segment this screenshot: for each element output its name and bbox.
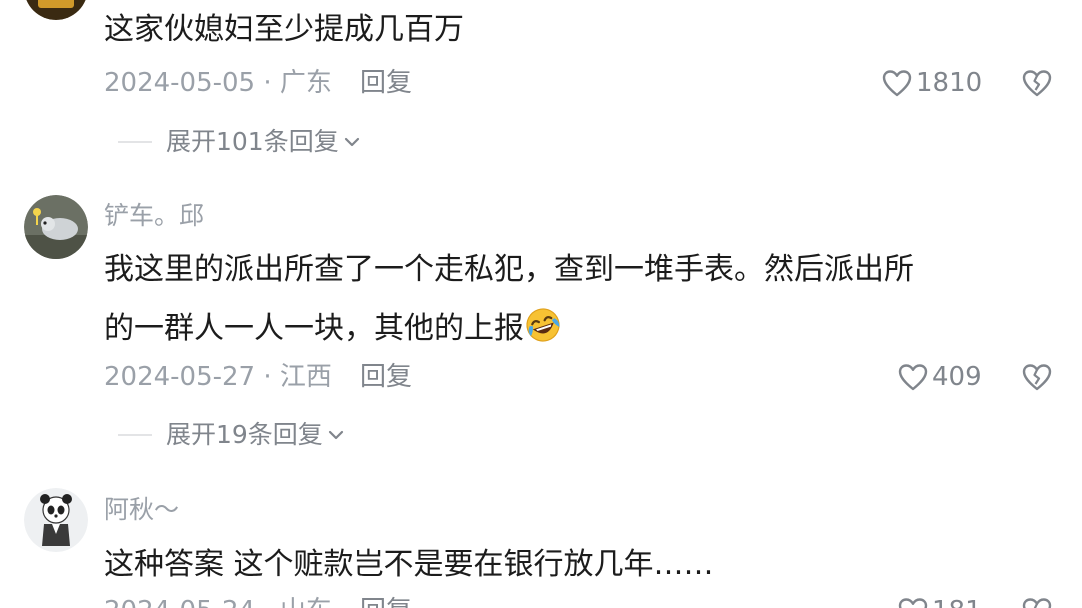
comment-list: 这家伙媳妇至少提成几百万 2024-05-05 · 广东 回复 1810 展开1… — [0, 0, 1082, 608]
dislike-button[interactable] — [1022, 596, 1052, 608]
comment-username[interactable]: 阿秋～ — [104, 495, 179, 525]
rofl-emoji — [526, 308, 560, 342]
broken-heart-icon — [1022, 70, 1052, 97]
divider — [118, 434, 152, 436]
comment-meta: 2024-05-27 · 江西 — [104, 362, 332, 392]
like-button[interactable]: 1810 — [882, 68, 982, 98]
comment-meta: 2024-05-05 · 广东 — [104, 68, 332, 98]
expand-replies-button[interactable]: 展开101条回复 — [118, 127, 361, 157]
comment-text: 这家伙媳妇至少提成几百万 — [104, 12, 464, 47]
avatar[interactable] — [24, 195, 88, 259]
chevron-down-icon — [344, 137, 359, 147]
broken-heart-icon — [1022, 364, 1052, 391]
broken-heart-icon — [1022, 598, 1052, 608]
reply-button[interactable]: 回复 — [360, 596, 412, 608]
heart-outline-icon — [882, 70, 912, 97]
heart-outline-icon — [898, 598, 928, 608]
avatar[interactable] — [24, 0, 88, 20]
comment-text: 这种答案 这个赃款岂不是要在银行放几年…… — [104, 547, 714, 582]
expand-replies-button[interactable]: 展开19条回复 — [118, 420, 345, 450]
comment-meta: 2024-05-24 · 山东 — [104, 596, 332, 608]
divider — [118, 141, 152, 143]
like-count: 409 — [932, 362, 982, 392]
like-button[interactable]: 181 — [898, 596, 982, 608]
reply-button[interactable]: 回复 — [360, 362, 412, 392]
comment-username[interactable]: 铲车。邱 — [104, 201, 204, 231]
dislike-button[interactable] — [1022, 362, 1052, 392]
dislike-button[interactable] — [1022, 68, 1052, 98]
like-count: 181 — [932, 596, 982, 608]
reply-button[interactable]: 回复 — [360, 68, 412, 98]
heart-outline-icon — [898, 364, 928, 391]
avatar[interactable] — [24, 488, 88, 552]
chevron-down-icon — [328, 430, 343, 440]
comment-text: 我这里的派出所查了一个走私犯，查到一堆手表。然后派出所 — [104, 252, 914, 287]
like-count: 1810 — [916, 68, 983, 98]
like-button[interactable]: 409 — [898, 362, 982, 392]
comment-text: 的一群人一人一块，其他的上报 — [104, 306, 562, 347]
